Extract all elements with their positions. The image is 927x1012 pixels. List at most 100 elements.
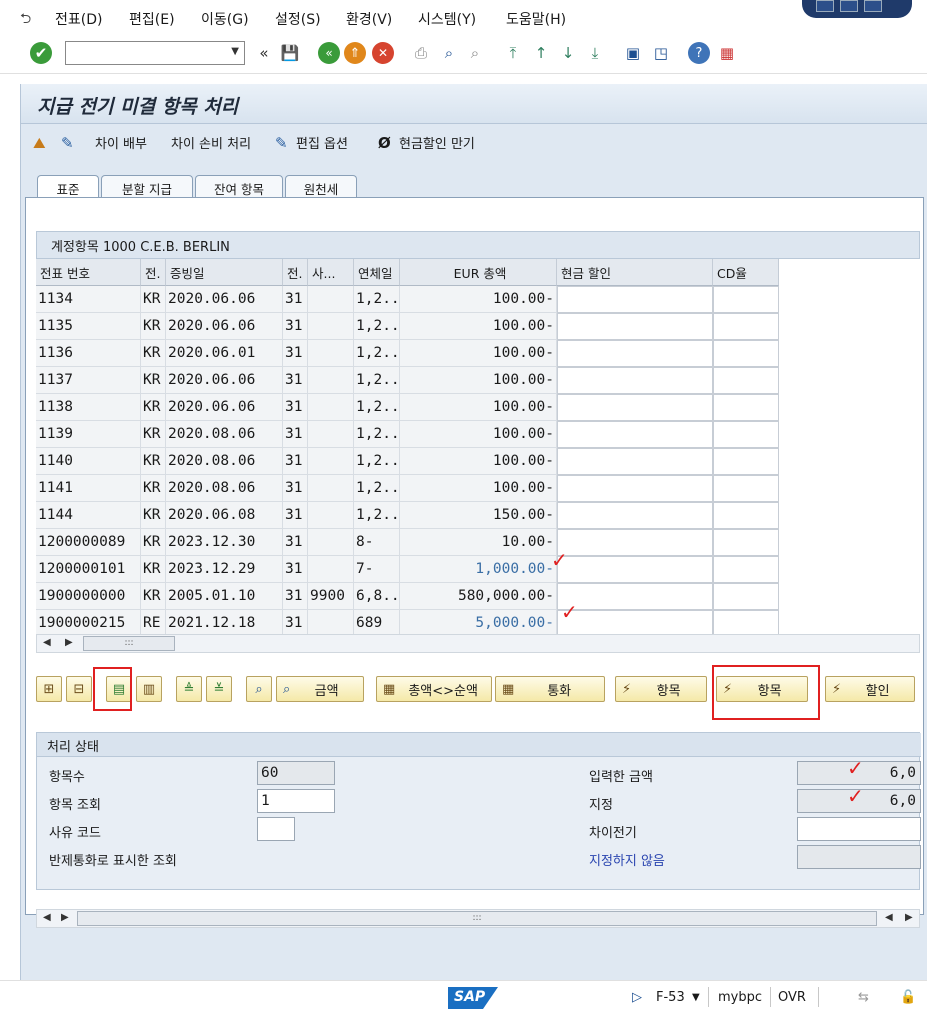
panel-horizontal-scrollbar[interactable]: ◀ ▶ ::: ◀ ▶	[36, 909, 920, 928]
menu-environment[interactable]: 환경(V)	[346, 9, 392, 29]
cell-cd-rate[interactable]	[713, 286, 779, 313]
select-all-button[interactable]: ⊞	[36, 676, 62, 702]
overview-icon[interactable]: ⛰	[33, 134, 46, 152]
menu-exit-icon[interactable]: ⮌	[20, 8, 31, 32]
close-icon[interactable]	[864, 0, 882, 12]
menu-settings[interactable]: 설정(S)	[275, 9, 321, 29]
not-assigned-label[interactable]: 지정하지 않음	[589, 850, 665, 869]
cancel-icon[interactable]: ✕	[372, 42, 394, 64]
cell-cash-discount[interactable]	[557, 502, 713, 529]
gross-net-button[interactable]: ▦ 총액<>순액	[376, 676, 492, 702]
amount-button[interactable]: ⌕ 금액	[276, 676, 364, 702]
collapse-icon[interactable]: «	[253, 42, 275, 64]
cell-cd-rate[interactable]	[713, 475, 779, 502]
chevron-down-icon[interactable]: ▼	[692, 992, 700, 1003]
col-header-doc-date[interactable]: 증빙일	[166, 259, 283, 286]
discount-button[interactable]: ⚡ 할인	[825, 676, 915, 702]
next-page-icon[interactable]: ↓	[557, 42, 579, 64]
cell-cash-discount[interactable]	[557, 421, 713, 448]
item-display-field[interactable]: 1	[257, 789, 335, 813]
menu-system[interactable]: 시스템(Y)	[418, 9, 476, 29]
cell-cd-rate[interactable]	[713, 448, 779, 475]
scroll-thumb[interactable]: :::	[83, 636, 175, 651]
tab-residual-items[interactable]: 잔여 항목	[195, 175, 283, 197]
deactivate-items-button[interactable]: ▥	[136, 676, 162, 702]
currency-button[interactable]: ▦ 통화	[495, 676, 605, 702]
insert-mode[interactable]: OVR	[778, 990, 806, 1005]
scroll-left-icon[interactable]: ◀	[43, 637, 51, 648]
cell-cd-rate[interactable]	[713, 421, 779, 448]
scroll-thumb[interactable]: :::	[77, 911, 877, 926]
dropdown-arrow-icon[interactable]: ▼	[231, 46, 239, 57]
table-horizontal-scrollbar[interactable]: ◀ ▶ :::	[36, 634, 920, 653]
cell-cash-discount[interactable]	[557, 556, 713, 583]
cell-cd-rate[interactable]	[713, 610, 779, 637]
first-page-icon[interactable]: ⤒	[502, 42, 524, 64]
cell-cd-rate[interactable]	[713, 583, 779, 610]
find-next-icon[interactable]: ⌕	[464, 42, 486, 64]
cell-cash-discount[interactable]	[557, 286, 713, 313]
charge-off-difference-button[interactable]: 차이 손비 처리	[171, 133, 251, 152]
menu-help[interactable]: 도움말(H)	[506, 9, 566, 29]
cell-cd-rate[interactable]	[713, 502, 779, 529]
scroll-left-icon[interactable]: ◀	[885, 912, 893, 923]
exit-icon[interactable]: ⇑	[344, 42, 366, 64]
transaction-code[interactable]: F-53	[656, 990, 685, 1005]
cell-cash-discount[interactable]	[557, 529, 713, 556]
scroll-right-icon[interactable]: ▶	[61, 912, 69, 923]
col-header-days-overdue[interactable]: 연체일	[354, 259, 400, 286]
col-header-eur-gross[interactable]: EUR 총액	[400, 259, 557, 286]
print-icon[interactable]: ⎙	[410, 42, 432, 64]
layout-icon[interactable]: ▦	[716, 42, 738, 64]
play-icon[interactable]: ▷	[632, 990, 642, 1005]
col-header-posting-key[interactable]: 전.	[283, 259, 308, 286]
cell-cash-discount[interactable]	[557, 610, 713, 637]
col-header-cd-rate[interactable]: CD율	[713, 259, 779, 286]
cell-cd-rate[interactable]	[713, 529, 779, 556]
cell-cash-discount[interactable]	[557, 475, 713, 502]
search-button[interactable]: ⌕	[246, 676, 272, 702]
col-header-doc-number[interactable]: 전표 번호	[36, 259, 141, 286]
command-field[interactable]: ▼	[65, 41, 245, 65]
lock-icon[interactable]: 🔓	[900, 990, 916, 1005]
enter-icon[interactable]: ✔	[30, 42, 52, 64]
shortcut-icon[interactable]: ◳	[650, 42, 672, 64]
scroll-right-icon[interactable]: ▶	[65, 637, 73, 648]
items-button-1[interactable]: ⚡ 항목	[615, 676, 707, 702]
new-session-icon[interactable]: ▣	[622, 42, 644, 64]
cash-discount-due-button[interactable]: 현금할인 만기	[399, 133, 475, 152]
cell-cash-discount[interactable]	[557, 394, 713, 421]
menu-edit[interactable]: 편집(E)	[129, 9, 175, 29]
reason-code-field[interactable]	[257, 817, 295, 841]
tab-partial-payment[interactable]: 분할 지급	[101, 175, 193, 197]
scroll-right-icon[interactable]: ▶	[905, 912, 913, 923]
cell-cd-rate[interactable]	[713, 313, 779, 340]
cell-cash-discount[interactable]	[557, 340, 713, 367]
difference-posted-field[interactable]	[797, 817, 921, 841]
cell-cd-rate[interactable]	[713, 367, 779, 394]
cell-cd-rate[interactable]	[713, 340, 779, 367]
menu-document[interactable]: 전표(D)	[55, 9, 102, 29]
tab-withholding-tax[interactable]: 원천세	[285, 175, 357, 197]
find-icon[interactable]: ⌕	[438, 42, 460, 64]
prev-page-icon[interactable]: ↑	[530, 42, 552, 64]
back-icon[interactable]: «	[318, 42, 340, 64]
sort-descending-button[interactable]: ≚	[206, 676, 232, 702]
cell-cd-rate[interactable]	[713, 556, 779, 583]
scroll-left-icon[interactable]: ◀	[43, 912, 51, 923]
last-page-icon[interactable]: ⤓	[584, 42, 606, 64]
cell-cd-rate[interactable]	[713, 394, 779, 421]
deselect-all-button[interactable]: ⊟	[66, 676, 92, 702]
cell-cash-discount[interactable]	[557, 448, 713, 475]
sort-ascending-button[interactable]: ≜	[176, 676, 202, 702]
col-header-cash-discount[interactable]: 현금 할인	[557, 259, 713, 286]
save-icon[interactable]: 💾	[279, 42, 301, 64]
tab-standard[interactable]: 표준	[37, 175, 99, 198]
col-header-doc-type[interactable]: 전.	[141, 259, 166, 286]
cell-cash-discount[interactable]	[557, 583, 713, 610]
maximize-icon[interactable]	[840, 0, 858, 12]
minimize-icon[interactable]	[816, 0, 834, 12]
cell-cash-discount[interactable]	[557, 313, 713, 340]
col-header-business-area[interactable]: 사...	[308, 259, 354, 286]
distribute-difference-button[interactable]: 차이 배부	[95, 133, 147, 152]
